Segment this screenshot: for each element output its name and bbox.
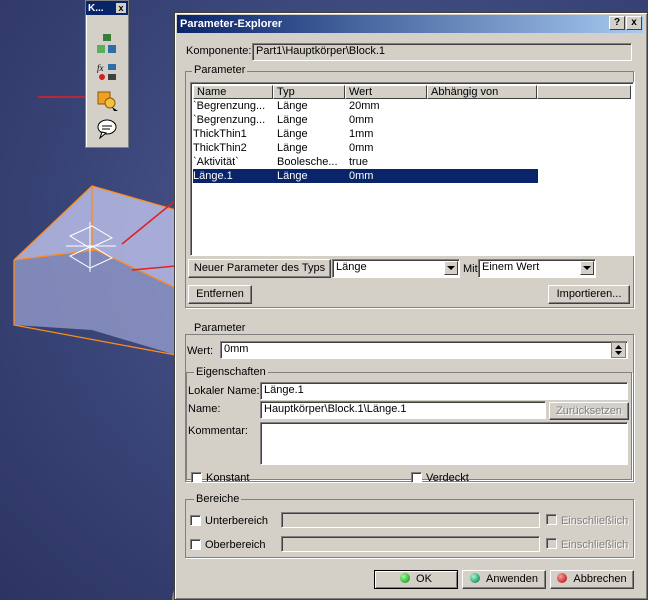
verdeckt-checkbox[interactable]: [411, 472, 422, 483]
cancel-button[interactable]: Abbrechen: [550, 570, 634, 589]
parameter-explorer-icon[interactable]: [94, 87, 120, 113]
konstant-checkbox[interactable]: [191, 472, 202, 483]
upper-inclusive-checkbox[interactable]: [546, 538, 557, 549]
table-row[interactable]: `Aktivität` Boolesche... true: [193, 155, 538, 169]
formula-blocks-icon[interactable]: [94, 31, 120, 57]
table-row[interactable]: ThickThin1 Länge 1mm: [193, 127, 538, 141]
komponente-field: Part1\Hauptkörper\Block.1: [252, 43, 632, 61]
toolbar-title: K...: [88, 2, 104, 14]
komponente-value: Part1\Hauptkörper\Block.1: [256, 45, 386, 57]
upper-range-checkbox[interactable]: [190, 539, 201, 550]
lower-range-checkbox[interactable]: [190, 515, 201, 526]
parameter-group-title: Parameter: [192, 64, 248, 76]
lower-inclusive-checkbox[interactable]: [546, 514, 557, 525]
formula-fx-icon[interactable]: fx: [94, 59, 120, 85]
ok-button[interactable]: OK: [374, 570, 458, 589]
konstant-label: Konstant: [206, 472, 250, 484]
cancel-icon: [557, 573, 568, 583]
type-select[interactable]: Länge: [332, 259, 460, 278]
dialog-titlebar[interactable]: Parameter-Explorer: [177, 15, 643, 33]
local-name-input[interactable]: Länge.1: [260, 382, 628, 400]
wert-spinner[interactable]: [611, 342, 626, 358]
col-header-name[interactable]: Name: [193, 85, 273, 99]
ok-icon: [400, 573, 411, 583]
help-button[interactable]: ?: [609, 16, 625, 30]
mit-label: Mit: [463, 263, 478, 275]
apply-button[interactable]: Anwenden: [462, 570, 546, 589]
chevron-down-icon[interactable]: [444, 261, 458, 275]
reset-button[interactable]: Zurücksetzen: [549, 402, 629, 420]
upper-range-input: [281, 536, 540, 552]
table-row[interactable]: `Begrenzung... Länge 20mm: [193, 99, 538, 113]
name-input[interactable]: Hauptkörper\Block.1\Länge.1: [260, 401, 546, 419]
comment-label: Kommentar:: [188, 425, 248, 437]
apply-icon: [470, 573, 480, 583]
col-header-typ[interactable]: Typ: [273, 85, 345, 99]
parameter-detail-title: Parameter: [192, 322, 248, 334]
table-row[interactable]: ThickThin2 Länge 0mm: [193, 141, 538, 155]
upper-range-label: Oberbereich: [205, 539, 266, 551]
import-button[interactable]: Importieren...: [548, 285, 630, 304]
lower-range-label: Unterbereich: [205, 515, 268, 527]
col-header-abhaengig[interactable]: Abhängig von: [427, 85, 537, 99]
chevron-down-icon[interactable]: [580, 261, 594, 275]
wert-input[interactable]: 0mm: [220, 341, 628, 359]
parameter-table[interactable]: Name Typ Wert Abhängig von `Begrenzung..…: [190, 82, 634, 256]
table-row-selected[interactable]: Länge.1 Länge 0mm: [193, 169, 538, 183]
remove-button[interactable]: Entfernen: [188, 285, 252, 304]
dialog-title: Parameter-Explorer: [180, 18, 283, 30]
col-header-filler: [537, 85, 631, 99]
ranges-group-title: Bereiche: [194, 493, 242, 505]
name-label: Name:: [188, 403, 221, 415]
local-name-label: Lokaler Name:: [188, 385, 260, 397]
lower-range-input: [281, 512, 540, 528]
knowledge-toolbar: K... x fx: [85, 0, 129, 148]
col-header-wert[interactable]: Wert: [345, 85, 427, 99]
value-mode-select[interactable]: Einem Wert: [478, 259, 596, 278]
komponente-label: Komponente:: [186, 45, 252, 57]
svg-text:fx: fx: [97, 63, 104, 73]
properties-group-title: Eigenschaften: [194, 366, 268, 378]
toolbar-close-button[interactable]: x: [116, 3, 126, 13]
verdeckt-label: Verdeckt: [426, 472, 469, 484]
table-row[interactable]: `Begrenzung... Länge 0mm: [193, 113, 538, 127]
new-parameter-button[interactable]: Neuer Parameter des Typs: [188, 259, 331, 278]
comment-textarea[interactable]: [260, 422, 628, 465]
close-button[interactable]: x: [626, 16, 642, 30]
comment-icon[interactable]: [94, 115, 120, 141]
lower-inclusive-label: Einschließlich: [561, 515, 629, 527]
wert-label: Wert:: [187, 345, 214, 357]
upper-inclusive-label: Einschließlich: [561, 539, 629, 551]
toolbar-titlebar[interactable]: K... x: [86, 1, 128, 15]
